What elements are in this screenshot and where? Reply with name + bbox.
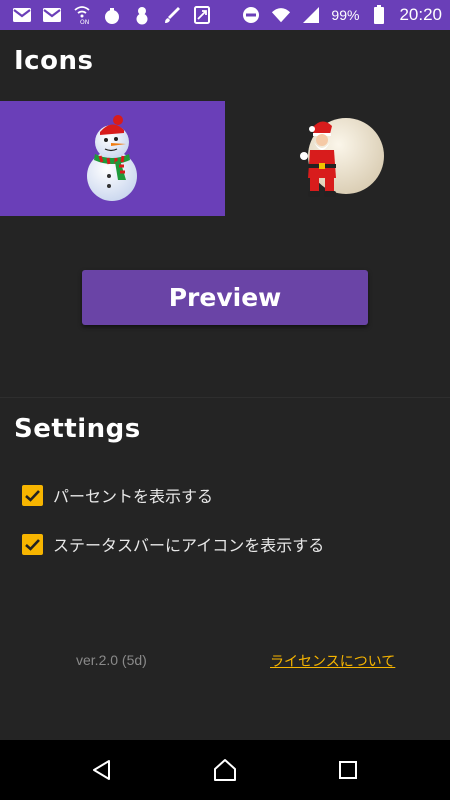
snowman-icon [86,114,137,201]
santa-icon [299,117,384,197]
wifi-icon [271,5,291,25]
version-text: ver.2.0 (5d) [76,652,147,668]
home-icon [213,759,236,781]
license-link[interactable]: ライセンスについて [270,651,395,671]
check-icon [25,538,40,551]
app-screen: ON 99% 20:20 Icons Preview Settings パーセン… [0,0,450,800]
recents-button[interactable] [328,750,368,790]
battery-percent: 99% [331,7,360,23]
show-percent-label: パーセントを表示する [53,487,214,506]
section-divider [0,397,450,398]
navigation-bar [0,740,450,800]
recents-icon [339,761,358,779]
setting-show-statusbar-icon[interactable]: ステータスバーにアイコンを表示する [22,532,324,556]
svg-text:ON: ON [80,19,89,25]
clock: 20:20 [399,5,442,24]
snowman-icon [132,5,152,25]
show-percent-checkbox[interactable] [22,484,43,506]
icons-section-title: Icons [14,46,94,76]
brush-icon [162,5,182,25]
battery-icon [369,5,389,25]
back-button[interactable] [82,750,122,790]
signal-icon [301,5,321,25]
setting-show-percent[interactable]: パーセントを表示する [22,483,213,507]
settings-section-title: Settings [14,414,141,444]
gmail-icon [42,5,62,25]
icon-option-santa[interactable] [225,101,450,216]
wifi-calling-icon: ON [72,5,92,25]
status-bar-system: 99% 20:20 [241,5,442,25]
icon-option-snowman[interactable] [0,101,225,216]
cast-icon [192,5,212,25]
show-statusbar-icon-checkbox[interactable] [22,533,43,555]
do-not-disturb-icon [241,5,261,25]
preview-button[interactable]: Preview [82,270,368,325]
back-icon [92,760,110,780]
check-icon [25,489,40,502]
bag-icon [102,5,122,25]
status-bar-notifications: ON [12,5,212,25]
home-button[interactable] [205,750,245,790]
status-bar: ON 99% 20:20 [0,0,450,30]
gmail-icon [12,5,32,25]
show-statusbar-icon-label: ステータスバーにアイコンを表示する [53,536,325,555]
